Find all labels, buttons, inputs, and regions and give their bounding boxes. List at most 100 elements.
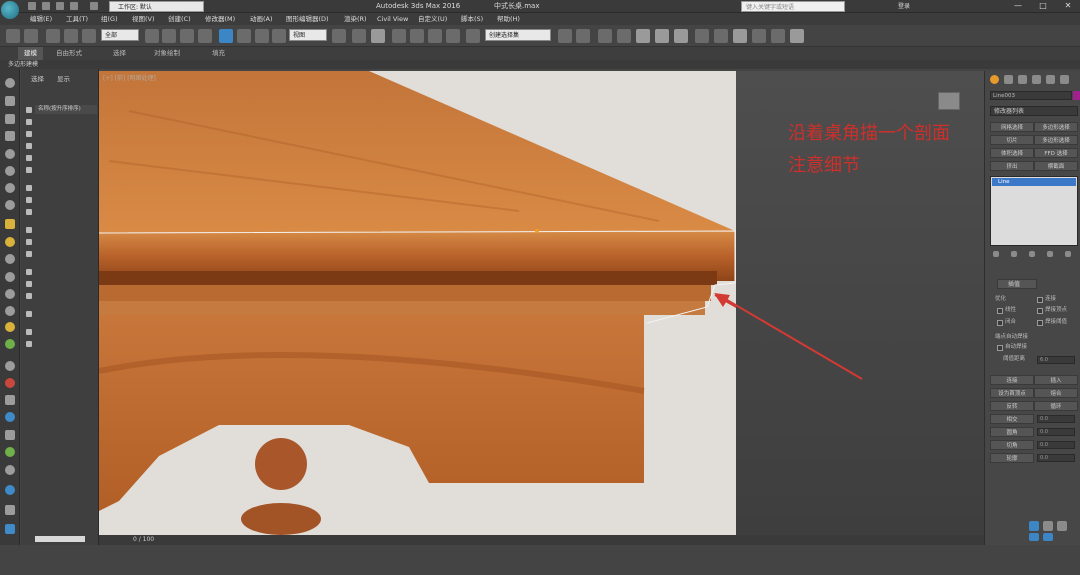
filter-containers-icon[interactable] — [26, 227, 32, 233]
window-crossing-icon[interactable] — [198, 29, 212, 43]
stack-item-line[interactable]: Line — [992, 178, 1076, 186]
keyboard-shortcut-override-icon[interactable] — [371, 29, 385, 43]
linear-checkbox[interactable] — [997, 308, 1003, 314]
create-teapot-icon[interactable] — [5, 78, 15, 88]
undo-icon[interactable] — [70, 2, 78, 10]
configure-modifier-sets-icon[interactable] — [1065, 251, 1071, 257]
menu-animation[interactable]: 动画(A) — [250, 13, 273, 25]
filter-geometry-icon[interactable] — [26, 107, 32, 113]
ribbon-tab-object-paint[interactable]: 对象绘制 — [154, 47, 180, 60]
snaps-toggle-icon[interactable] — [392, 29, 406, 43]
render-production-icon[interactable] — [752, 29, 766, 43]
reverse-button[interactable]: 反转 — [990, 401, 1034, 411]
curve-editor-icon[interactable] — [655, 29, 669, 43]
ribbon-tab-freeform[interactable]: 自由形式 — [56, 47, 82, 60]
render-in-cloud-icon[interactable] — [771, 29, 785, 43]
modifier-stack[interactable]: Line — [990, 176, 1078, 246]
zoom-extents-icon[interactable] — [1057, 521, 1067, 531]
motion-panel-icon[interactable] — [1032, 75, 1041, 84]
filter-bones-icon[interactable] — [26, 209, 32, 215]
cycle-button[interactable]: 循环 — [1034, 401, 1078, 411]
fillet-spinner[interactable]: 0.0 — [1037, 428, 1075, 436]
spinner-snap-icon[interactable] — [446, 29, 460, 43]
mod-button-extrude[interactable]: 挤出 — [990, 161, 1034, 171]
filter-sort-icon[interactable] — [26, 329, 32, 335]
save-file-icon[interactable] — [56, 2, 64, 10]
menu-group[interactable]: 组(G) — [101, 13, 118, 25]
ribbon-tab-selection[interactable]: 选择 — [113, 47, 126, 60]
mirror-icon[interactable] — [558, 29, 572, 43]
place-icon[interactable] — [272, 29, 286, 43]
menu-help[interactable]: 帮助(H) — [497, 13, 520, 25]
create-torus-icon[interactable] — [5, 183, 15, 193]
filter-helpers-icon[interactable] — [26, 155, 32, 161]
menu-tools[interactable]: 工具(T) — [66, 13, 88, 25]
filter-lights-icon[interactable] — [26, 131, 32, 137]
utilities-panel-icon[interactable] — [1060, 75, 1069, 84]
chamfer-spinner[interactable]: 0.0 — [1037, 441, 1075, 449]
undo-icon[interactable] — [6, 29, 20, 43]
maximize-button[interactable]: □ — [1031, 0, 1055, 12]
modify-panel-icon[interactable] — [1004, 75, 1013, 84]
cross-insert-button[interactable]: 相交 — [990, 414, 1034, 424]
create-plant-icon[interactable] — [5, 447, 15, 457]
mod-button-slice[interactable]: 切片 — [990, 135, 1034, 145]
minimize-button[interactable]: — — [1006, 0, 1030, 12]
filter-groups-icon[interactable] — [26, 185, 32, 191]
cross-insert-spinner[interactable]: 0.0 — [1037, 415, 1075, 423]
filter-layer-icon[interactable] — [26, 341, 32, 347]
modifier-list-dropdown[interactable]: 修改器列表 — [990, 106, 1078, 116]
chamfer-button[interactable]: 切角 — [990, 440, 1034, 450]
redo-icon[interactable] — [24, 29, 38, 43]
login-link[interactable]: 登录 — [898, 1, 910, 12]
make-unique-icon[interactable] — [1029, 251, 1035, 257]
outline-spinner[interactable]: 0.0 — [1037, 454, 1075, 462]
polygon-modeling-label[interactable]: 多边形建模 — [8, 60, 38, 69]
edit-named-selection-icon[interactable] — [466, 29, 480, 43]
selection-filter-dropdown[interactable]: 全部 — [101, 29, 139, 41]
create-cone-icon[interactable] — [5, 149, 15, 159]
weld-threshold-checkbox[interactable] — [1037, 320, 1043, 326]
create-shape-icon[interactable] — [5, 361, 15, 371]
create-pen-icon[interactable] — [5, 378, 15, 388]
mod-button-mesh-select[interactable]: 网格选择 — [990, 122, 1034, 132]
new-file-icon[interactable] — [28, 2, 36, 10]
create-utility-icon[interactable] — [5, 524, 15, 534]
scene-scrollbar[interactable] — [35, 536, 85, 542]
ribbon-tab-populate[interactable]: 填充 — [212, 47, 225, 60]
unlink-icon[interactable] — [64, 29, 78, 43]
closed-checkbox[interactable] — [997, 320, 1003, 326]
menu-scripting[interactable]: 脚本(S) — [461, 13, 483, 25]
create-sphere-icon[interactable] — [5, 254, 15, 264]
fuse-button[interactable]: 熔合 — [1034, 388, 1078, 398]
create-grid-icon[interactable] — [5, 131, 15, 141]
object-color-swatch[interactable] — [1073, 91, 1080, 100]
select-and-move-icon[interactable] — [219, 29, 233, 43]
redo-icon[interactable] — [90, 2, 98, 10]
create-tree-icon[interactable] — [5, 430, 15, 440]
filter-xrefs-icon[interactable] — [26, 197, 32, 203]
rollout-interpolation[interactable]: 插值 — [997, 279, 1037, 289]
create-circle-icon[interactable] — [5, 237, 15, 247]
viewcube-icon[interactable] — [938, 92, 960, 110]
menu-rendering[interactable]: 渲染(R) — [344, 13, 367, 25]
create-capsule-icon[interactable] — [5, 272, 15, 282]
filter-shapes-icon[interactable] — [26, 119, 32, 125]
mod-button-vol-select[interactable]: 体积选择 — [990, 148, 1034, 158]
create-plane-icon[interactable] — [5, 114, 15, 124]
weld-vertices-checkbox[interactable] — [1037, 308, 1043, 314]
display-panel-icon[interactable] — [1046, 75, 1055, 84]
mod-button-cross-section[interactable]: 横截面 — [1034, 161, 1078, 171]
angle-snap-icon[interactable] — [410, 29, 424, 43]
filter-spacewarps-icon[interactable] — [26, 167, 32, 173]
align-icon[interactable] — [576, 29, 590, 43]
create-panel-icon[interactable] — [990, 75, 999, 84]
create-light-icon[interactable] — [5, 289, 15, 299]
create-text-icon[interactable] — [5, 219, 15, 229]
mod-button-poly-select-2[interactable]: 多边形选择 — [1034, 135, 1078, 145]
object-name-field[interactable]: Line003 — [990, 91, 1072, 100]
create-camera-icon[interactable] — [5, 395, 15, 405]
menu-modifiers[interactable]: 修改器(M) — [205, 13, 235, 25]
auto-weld-checkbox[interactable] — [997, 345, 1003, 351]
create-sun-icon[interactable] — [5, 322, 15, 332]
